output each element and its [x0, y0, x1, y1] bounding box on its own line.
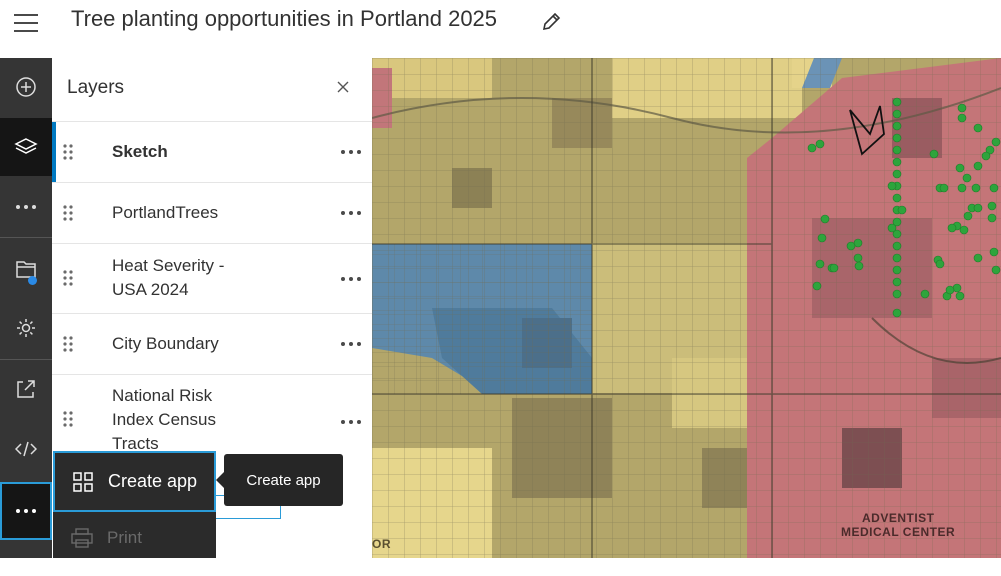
add-icon — [16, 77, 36, 97]
layers-icon — [14, 138, 38, 154]
drag-handle-icon[interactable] — [62, 143, 74, 161]
more-icon — [16, 205, 36, 209]
layer-options-icon[interactable] — [340, 419, 362, 425]
print-label: Print — [107, 528, 142, 547]
layer-name-line: Index Census — [112, 410, 216, 429]
map-label: ADVENTIST — [862, 511, 935, 525]
drag-handle-icon[interactable] — [62, 335, 74, 353]
layer-name-line: Heat Severity - — [112, 256, 225, 275]
layer-name: National Risk Index Census Tracts — [112, 384, 216, 456]
toolbar-divider — [0, 237, 52, 238]
unsaved-badge — [28, 276, 37, 285]
layer-name-line: USA 2024 — [112, 280, 189, 299]
save-button[interactable] — [0, 240, 52, 298]
grid-icon — [73, 471, 93, 492]
map-canvas[interactable] — [372, 58, 1001, 558]
map-label: OR — [372, 537, 391, 551]
tooltip: Create app — [216, 454, 343, 506]
create-app-label: Create app — [108, 471, 198, 491]
hamburger-menu-icon[interactable] — [14, 10, 38, 34]
layers-button[interactable] — [0, 118, 52, 176]
layer-options-icon[interactable] — [340, 341, 362, 347]
drag-handle-icon[interactable] — [62, 204, 74, 222]
layer-options-icon[interactable] — [340, 276, 362, 282]
layer-options-icon[interactable] — [340, 149, 362, 155]
layer-item-portlandtrees[interactable]: PortlandTrees — [52, 183, 372, 244]
embed-icon — [15, 441, 37, 457]
settings-button[interactable] — [0, 299, 52, 357]
pencil-icon[interactable] — [540, 11, 562, 33]
drag-handle-icon[interactable] — [62, 269, 74, 287]
layer-name-line: National Risk — [112, 386, 213, 405]
create-app-button[interactable]: Create app — [53, 451, 216, 512]
layer-item-city-boundary[interactable]: City Boundary — [52, 314, 372, 375]
layer-item-heat-severity[interactable]: Heat Severity - USA 2024 — [52, 244, 372, 314]
more-tools-button[interactable] — [0, 178, 52, 236]
layer-item-sketch[interactable]: Sketch — [52, 122, 372, 183]
layer-name: PortlandTrees — [112, 203, 219, 222]
settings-icon — [17, 319, 35, 337]
layer-name: Heat Severity - USA 2024 — [112, 254, 224, 302]
map-title: Tree planting opportunities in Portland … — [71, 6, 498, 31]
layer-options-icon[interactable] — [340, 210, 362, 216]
print-button[interactable]: Print — [53, 519, 216, 557]
more-icon — [16, 509, 36, 513]
panel-title: Layers — [67, 77, 125, 98]
add-button[interactable] — [0, 58, 52, 116]
share-button[interactable] — [0, 360, 52, 418]
action-bar — [0, 58, 52, 558]
map-label: MEDICAL CENTER — [841, 525, 956, 539]
app-header: Tree planting opportunities in Portland … — [0, 0, 1001, 59]
close-icon[interactable] — [336, 80, 350, 94]
layer-name: City Boundary — [112, 334, 219, 353]
street-grid — [372, 244, 592, 394]
layer-name: Sketch — [112, 142, 168, 161]
map-view[interactable]: ADVENTIST MEDICAL CENTER OR — [372, 58, 1001, 558]
create-menu: Create app Print — [53, 451, 216, 558]
panel-header: Layers — [52, 58, 372, 122]
printer-icon — [71, 528, 93, 548]
create-more-button[interactable] — [0, 482, 52, 540]
share-icon — [17, 380, 35, 398]
embed-button[interactable] — [0, 420, 52, 478]
drag-handle-icon[interactable] — [62, 410, 74, 428]
